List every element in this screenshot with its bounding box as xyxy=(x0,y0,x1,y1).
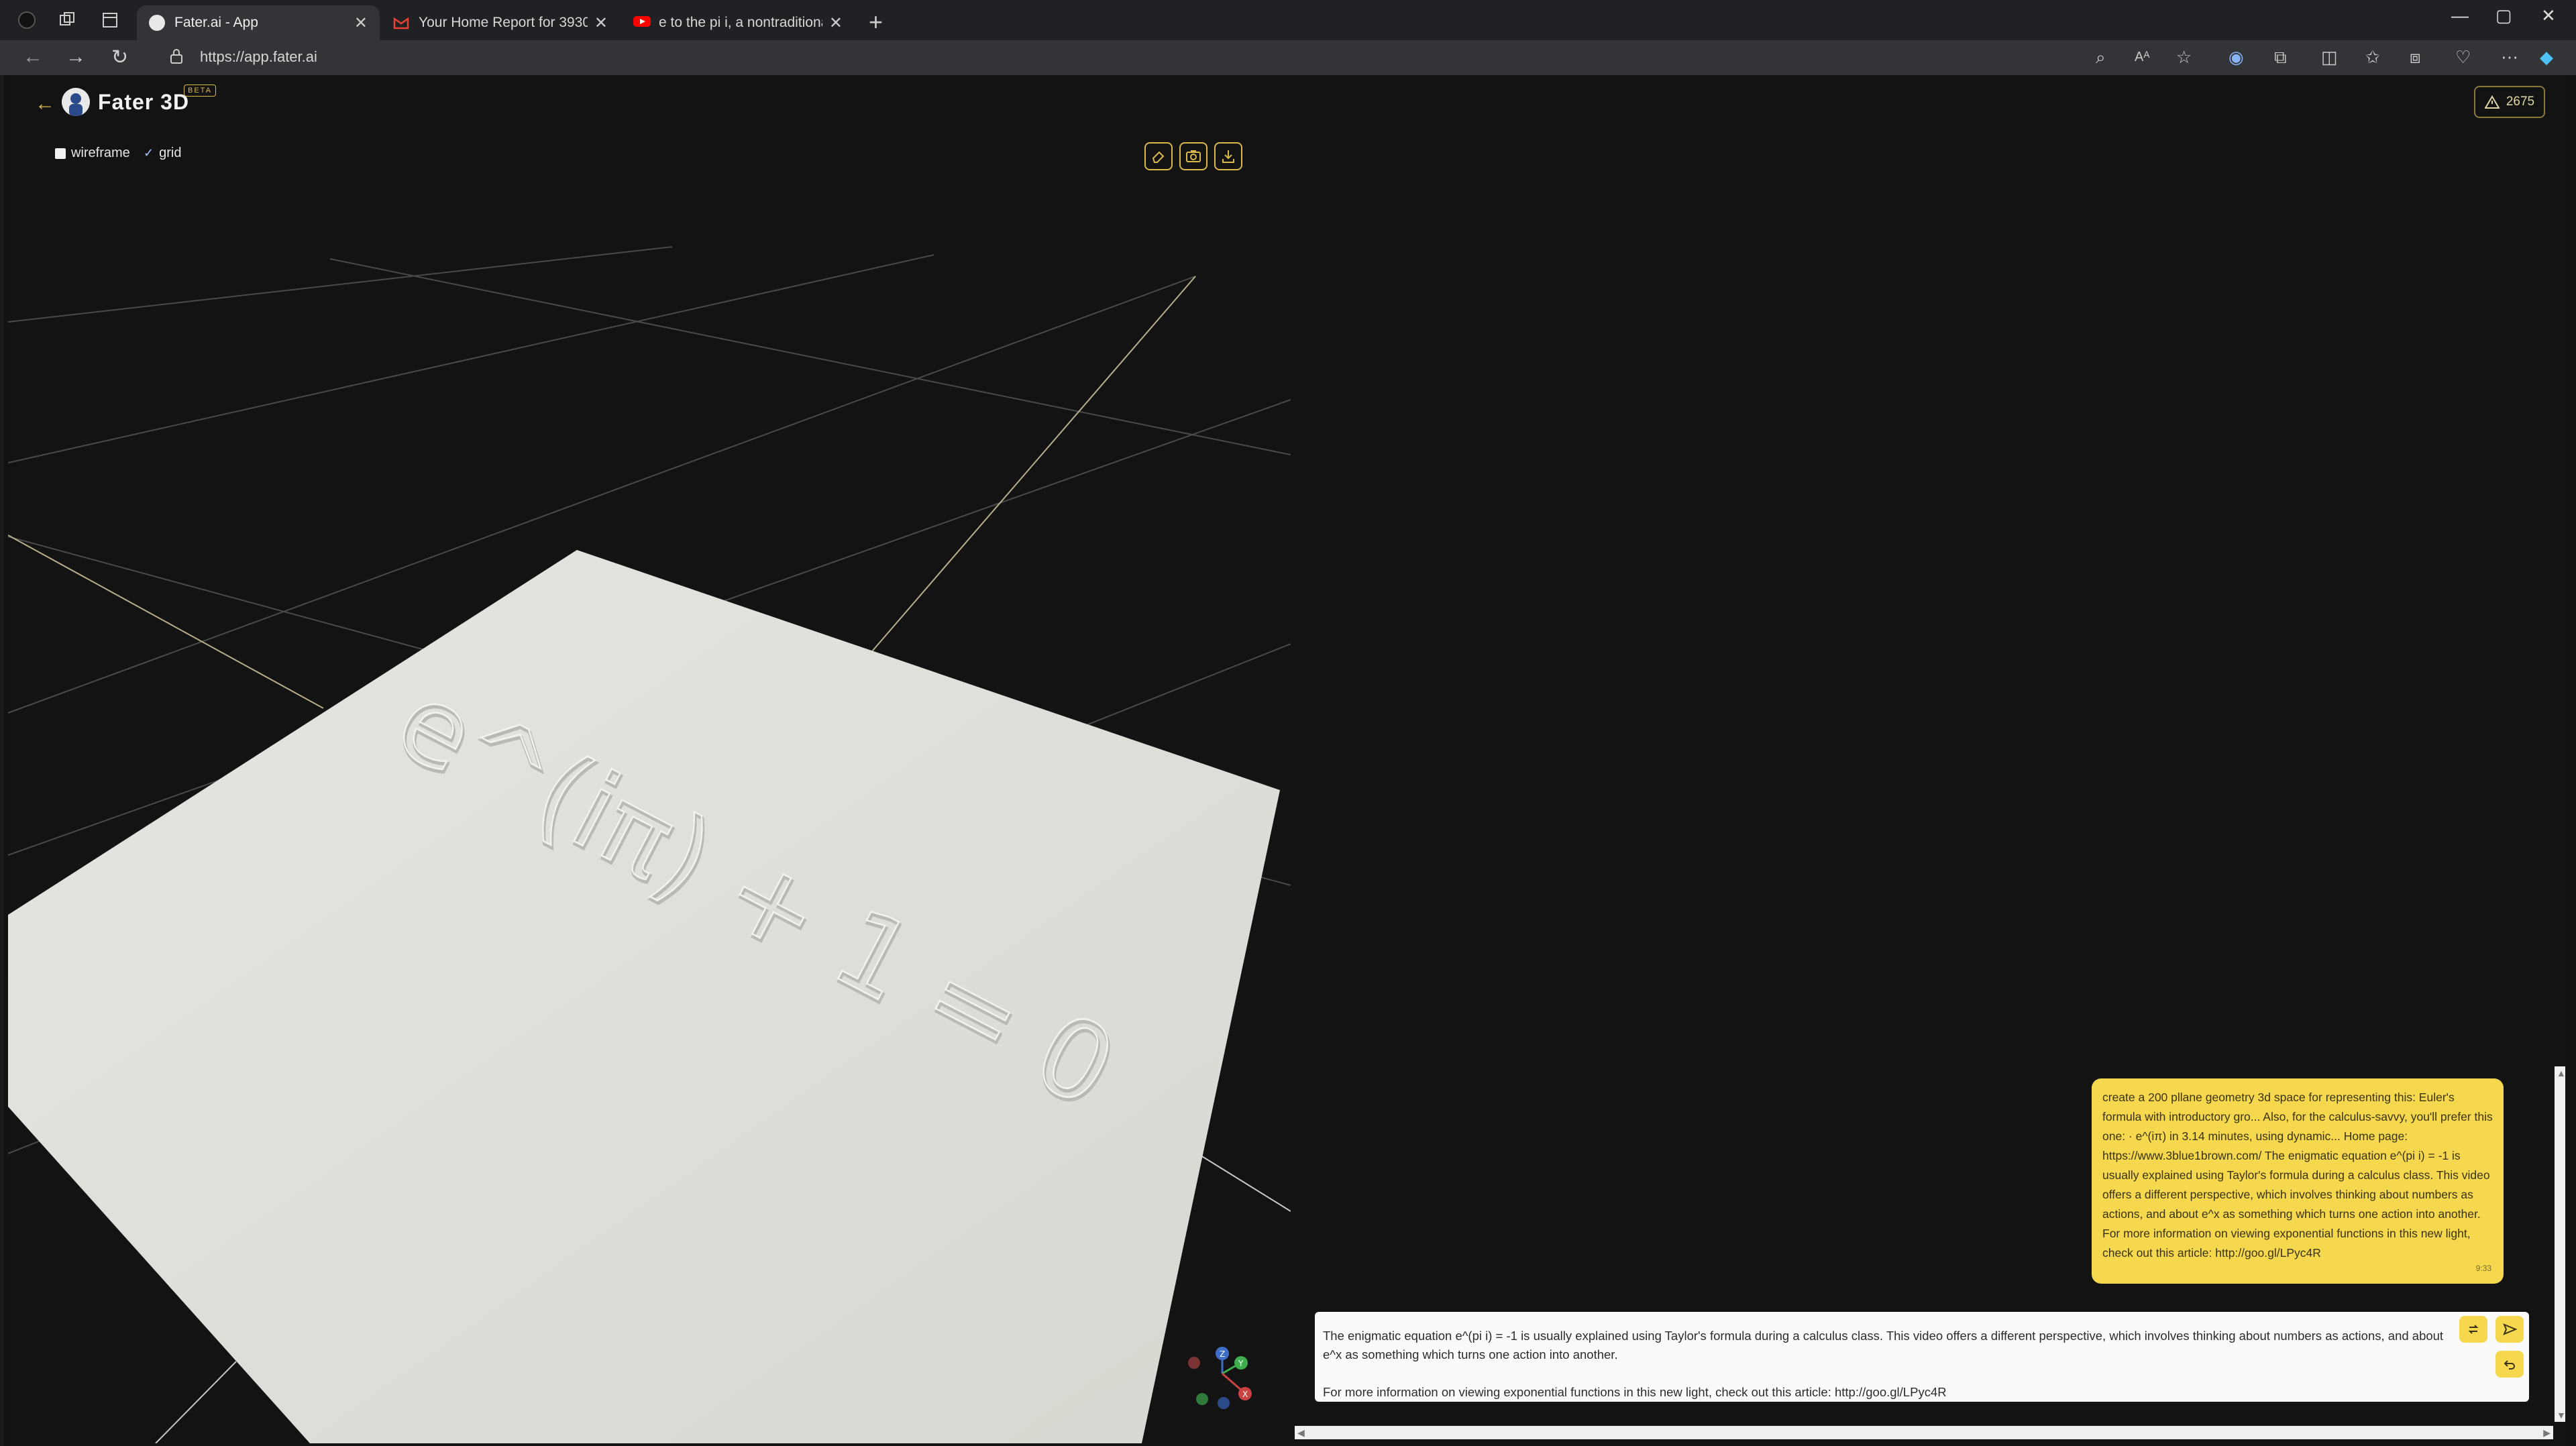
browser-tabbar: Fater.ai - App ✕ Your Home Report for 39… xyxy=(0,0,2576,40)
undo-icon xyxy=(2504,1360,2515,1370)
zoom-icon[interactable]: ⌕ xyxy=(2096,47,2106,68)
grid-option[interactable]: ✓ grid xyxy=(144,146,181,161)
workspaces-icon[interactable] xyxy=(56,9,78,31)
regenerate-button[interactable] xyxy=(2459,1316,2487,1343)
axis-gizmo[interactable]: Z Y X xyxy=(1188,1347,1252,1409)
close-window-icon[interactable]: ✕ xyxy=(2541,5,2556,26)
left-edge xyxy=(0,75,4,1446)
tab-title: Your Home Report for 3930 Pom xyxy=(419,15,588,30)
favorite-star-icon[interactable]: ☆ xyxy=(2176,47,2192,68)
gmail-icon xyxy=(393,15,409,31)
fater-favicon xyxy=(149,15,165,31)
app-brand: Fater 3D xyxy=(98,90,190,114)
download-icon xyxy=(1222,150,1234,163)
scroll-right-icon[interactable]: ▶ xyxy=(2543,1427,2551,1439)
warning-icon xyxy=(2484,95,2500,109)
neg-y-axis-icon[interactable] xyxy=(1196,1393,1208,1405)
youtube-icon xyxy=(633,15,651,31)
download-button[interactable] xyxy=(1214,142,1242,170)
send-button[interactable] xyxy=(2496,1316,2524,1343)
forward-icon[interactable]: → xyxy=(66,46,86,68)
user-message-bubble: create a 200 pllane geometry 3d space fo… xyxy=(2092,1078,2504,1284)
more-menu-icon[interactable]: ⋯ xyxy=(2501,47,2518,68)
back-icon[interactable]: ← xyxy=(23,46,43,68)
message-timestamp: 9:33 xyxy=(2475,1264,2491,1273)
horizontal-scrollbar[interactable]: ◀ ▶ xyxy=(1295,1426,2553,1439)
grid-label: grid xyxy=(159,146,182,160)
screenshot-button[interactable] xyxy=(1179,142,1208,170)
grid-check-icon[interactable]: ✓ xyxy=(144,146,154,160)
minimize-icon[interactable]: — xyxy=(2451,5,2469,26)
tab-gmail[interactable]: Your Home Report for 3930 Pom ✕ xyxy=(381,5,620,40)
tab-fater[interactable]: Fater.ai - App ✕ xyxy=(137,5,380,40)
extension-1password-icon[interactable]: ◉ xyxy=(2229,47,2244,68)
read-aloud-icon[interactable]: Aᴬ xyxy=(2135,50,2149,65)
reload-icon[interactable]: ↻ xyxy=(111,46,128,69)
wireframe-label: wireframe xyxy=(71,146,130,160)
extensions-icon[interactable]: ⧉ xyxy=(2274,47,2287,68)
back-arrow-icon[interactable]: ← xyxy=(35,93,55,115)
tab-actions-icon[interactable] xyxy=(99,9,121,31)
neg-z-axis-icon[interactable] xyxy=(1218,1397,1230,1409)
svg-text:Y: Y xyxy=(1238,1359,1244,1368)
close-tab-icon[interactable]: ✕ xyxy=(829,13,843,33)
avatar[interactable] xyxy=(62,88,90,116)
svg-text:X: X xyxy=(1242,1390,1248,1399)
chat-input-line: For more information on viewing exponent… xyxy=(1323,1385,1947,1399)
close-tab-icon[interactable]: ✕ xyxy=(594,13,608,33)
refresh-icon xyxy=(2468,1325,2479,1334)
new-tab-button[interactable]: + xyxy=(869,8,883,36)
scroll-left-icon[interactable]: ◀ xyxy=(1297,1427,1305,1439)
url-field[interactable]: https://app.fater.ai xyxy=(200,48,317,66)
send-icon xyxy=(2503,1323,2517,1335)
beta-badge: BETA xyxy=(184,85,216,97)
scroll-down-icon[interactable]: ▼ xyxy=(2557,1410,2566,1421)
profile-icon[interactable] xyxy=(16,9,38,31)
3d-viewport[interactable]: e^(iπ) + 1 = 0 e^(iπ) + 1 = 0 Z Y X xyxy=(8,174,1291,1443)
favorites-icon[interactable]: ✩ xyxy=(2365,47,2380,68)
browser-essentials-icon[interactable]: ♡ xyxy=(2455,47,2471,68)
scroll-up-icon[interactable]: ▲ xyxy=(2557,1068,2566,1078)
chat-input-line: The enigmatic equation e^(pi i) = -1 is … xyxy=(1323,1329,2444,1361)
close-tab-icon[interactable]: ✕ xyxy=(354,13,368,33)
collections-icon[interactable]: ⧈ xyxy=(2410,47,2421,68)
scene-render: e^(iπ) + 1 = 0 e^(iπ) + 1 = 0 Z Y X xyxy=(8,246,1291,1443)
camera-icon xyxy=(1186,150,1201,162)
vertical-scrollbar[interactable]: ▲ ▼ xyxy=(2555,1066,2566,1422)
tab-title: e to the pi i, a nontraditional tak xyxy=(659,15,822,30)
credits-count: 2675 xyxy=(2506,95,2535,109)
lock-icon[interactable] xyxy=(169,48,184,64)
copilot-icon[interactable]: ◆ xyxy=(2540,47,2553,68)
tab-title: Fater.ai - App xyxy=(174,15,258,30)
split-screen-icon[interactable]: ◫ xyxy=(2321,47,2338,68)
tab-youtube[interactable]: e to the pi i, a nontraditional tak ✕ xyxy=(621,5,855,40)
svg-text:Z: Z xyxy=(1220,1349,1225,1359)
chat-input[interactable]: The enigmatic equation e^(pi i) = -1 is … xyxy=(1315,1312,2529,1402)
credits-badge[interactable]: 2675 xyxy=(2474,86,2545,118)
address-bar: ← → ↻ https://app.fater.ai ⌕ Aᴬ ☆ ◉ ⧉ ◫ … xyxy=(0,40,2576,75)
eraser-button[interactable] xyxy=(1144,142,1173,170)
maximize-icon[interactable]: ▢ xyxy=(2496,5,2512,26)
eraser-icon xyxy=(1152,151,1165,163)
wireframe-option[interactable]: wireframe xyxy=(55,146,130,161)
neg-x-axis-icon[interactable] xyxy=(1188,1357,1200,1369)
wireframe-checkbox[interactable] xyxy=(55,148,66,159)
user-message-text: create a 200 pllane geometry 3d space fo… xyxy=(2102,1091,2493,1260)
undo-button[interactable] xyxy=(2496,1351,2524,1378)
